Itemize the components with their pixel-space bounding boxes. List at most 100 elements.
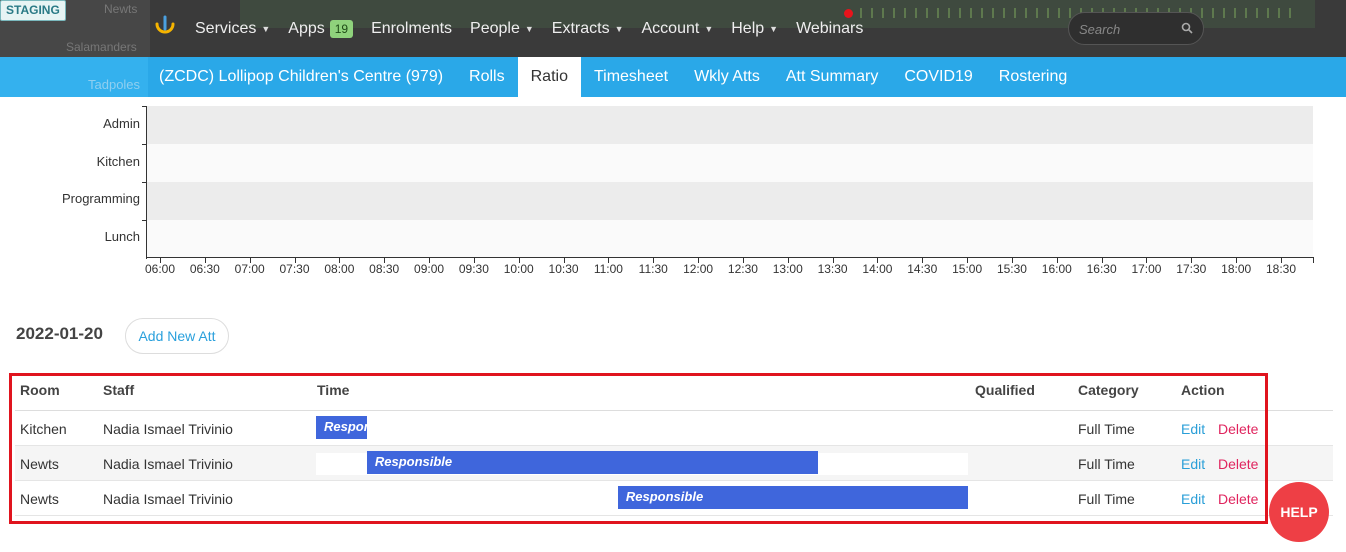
time-bar: Responsible xyxy=(617,486,968,509)
help-button[interactable]: HELP xyxy=(1269,482,1329,542)
column-header-action: Action xyxy=(1181,382,1225,398)
chart-row-label: Admin xyxy=(103,116,140,131)
nav-help[interactable]: Help ▼ xyxy=(731,20,778,38)
main-nav: Services ▼ Apps 19 Enrolments People ▼ E… xyxy=(195,0,881,57)
x-axis-tick-label: 10:00 xyxy=(503,262,534,276)
table-row: Kitchen Nadia Ismael Trivinio Responsibl… xyxy=(15,411,1333,446)
chart-row-label: Programming xyxy=(61,191,140,206)
edit-link[interactable]: Edit xyxy=(1181,421,1205,437)
nav-people[interactable]: People ▼ xyxy=(470,20,534,38)
date-heading: 2022-01-20 xyxy=(16,324,103,343)
category-cell: Full Time xyxy=(1078,456,1135,472)
nav-extracts[interactable]: Extracts ▼ xyxy=(552,20,624,38)
x-axis-tick-label: 08:00 xyxy=(324,262,355,276)
ratio-timeline-chart: Admin Kitchen Programming Lunch 06:00 06:… xyxy=(0,97,1346,287)
nav-services-label: Services xyxy=(195,19,257,37)
x-axis-tick-label: 18:30 xyxy=(1265,262,1297,276)
nav-people-label: People xyxy=(470,19,520,37)
table-header: Room Staff Time Qualified Category Actio… xyxy=(15,373,1333,411)
column-header-staff: Staff xyxy=(103,382,135,398)
nav-apps-label: Apps xyxy=(288,19,325,37)
search-box xyxy=(1068,12,1204,45)
x-axis-tick-label: 12:00 xyxy=(683,262,714,276)
category-cell: Full Time xyxy=(1078,491,1135,507)
room-cell: Kitchen xyxy=(20,421,67,437)
chart-row-band xyxy=(147,182,1313,220)
room-cell: Newts xyxy=(20,456,59,472)
time-bar: Responsible xyxy=(316,416,367,439)
nav-apps[interactable]: Apps 19 xyxy=(288,19,354,38)
caret-down-icon: ▼ xyxy=(769,23,779,34)
time-bar: Responsible xyxy=(366,451,819,474)
table-row: Newts Nadia Ismael Trivinio Responsible … xyxy=(15,481,1333,516)
caret-down-icon: ▼ xyxy=(614,23,624,34)
column-header-category: Category xyxy=(1078,382,1139,398)
tab-timesheet[interactable]: Timesheet xyxy=(581,57,681,97)
caret-down-icon: ▼ xyxy=(261,23,271,34)
chart-row-label: Kitchen xyxy=(96,154,140,169)
x-axis-tick-label: 08:30 xyxy=(369,262,400,276)
tab-wkly-atts[interactable]: Wkly Atts xyxy=(681,57,773,97)
x-axis-tick-label: 15:30 xyxy=(996,262,1027,276)
column-header-time: Time xyxy=(317,382,350,398)
apps-count-badge: 19 xyxy=(329,19,354,38)
staff-cell: Nadia Ismael Trivinio xyxy=(103,456,233,472)
nav-webinars-label: Webinars xyxy=(796,19,864,37)
x-axis-tick-label: 13:30 xyxy=(817,262,848,276)
y-axis-line xyxy=(146,106,147,259)
chart-row-band xyxy=(147,144,1313,182)
x-axis-tick-label: 11:00 xyxy=(593,262,623,276)
nav-help-label: Help xyxy=(731,19,765,37)
nav-extracts-label: Extracts xyxy=(551,19,610,37)
chart-row-label: Lunch xyxy=(104,229,140,244)
x-axis-tick-label: 07:30 xyxy=(279,262,310,276)
caret-down-icon: ▼ xyxy=(704,23,714,34)
search-input[interactable] xyxy=(1079,19,1174,39)
ghost-label-tadpoles: Tadpoles xyxy=(88,77,141,92)
delete-link[interactable]: Delete xyxy=(1218,456,1258,472)
x-axis-tick-label: 16:00 xyxy=(1041,262,1072,276)
search-icon[interactable] xyxy=(1181,22,1193,34)
delete-link[interactable]: Delete xyxy=(1218,421,1258,437)
x-axis-tick-label: 14:00 xyxy=(862,262,893,276)
x-axis-tick-label: 17:30 xyxy=(1176,262,1207,276)
tab-covid19[interactable]: COVID19 xyxy=(891,57,985,97)
edit-link[interactable]: Edit xyxy=(1181,456,1205,472)
x-axis-tick-label: 07:00 xyxy=(234,262,265,276)
nav-services[interactable]: Services ▼ xyxy=(195,20,270,38)
nav-enrolments[interactable]: Enrolments xyxy=(371,20,452,38)
x-axis-tick-label: 11:30 xyxy=(638,262,668,276)
tab-rostering[interactable]: Rostering xyxy=(986,57,1080,97)
table-row: Newts Nadia Ismael Trivinio Responsible … xyxy=(15,446,1333,481)
tab-ratio[interactable]: Ratio xyxy=(517,57,581,97)
x-axis-tick-label: 09:00 xyxy=(414,262,445,276)
app-logo-icon[interactable] xyxy=(153,14,177,40)
nav-account-label: Account xyxy=(641,19,700,37)
centre-name-link[interactable]: (ZCDC) Lollipop Children's Centre (979) xyxy=(146,57,456,97)
x-axis-tick-label: 06:00 xyxy=(144,262,176,276)
delete-link[interactable]: Delete xyxy=(1218,491,1258,507)
environment-badge: STAGING xyxy=(0,0,66,21)
x-axis-tick-label: 16:30 xyxy=(1086,262,1117,276)
x-axis-line xyxy=(146,257,1314,258)
room-cell: Newts xyxy=(20,491,59,507)
x-axis-tick-label: 10:30 xyxy=(548,262,579,276)
chart-row-band xyxy=(147,106,1313,144)
category-cell: Full Time xyxy=(1078,421,1135,437)
nav-webinars[interactable]: Webinars xyxy=(796,20,863,38)
chart-row-band xyxy=(147,220,1313,258)
ghost-label-newts: Newts xyxy=(104,2,138,16)
caret-down-icon: ▼ xyxy=(524,23,534,34)
x-axis-tick-label: 12:30 xyxy=(727,262,758,276)
x-axis-tick-label: 14:30 xyxy=(907,262,938,276)
nav-enrolments-label: Enrolments xyxy=(371,19,453,37)
tab-att-summary[interactable]: Att Summary xyxy=(773,57,891,97)
tab-rolls[interactable]: Rolls xyxy=(456,57,518,97)
nav-account[interactable]: Account ▼ xyxy=(642,20,714,38)
top-navbar: Newts Salamanders Services ▼ Apps 19 Enr… xyxy=(0,0,1346,57)
add-new-att-button[interactable]: Add New Att xyxy=(125,318,229,354)
column-header-qualified: Qualified xyxy=(975,382,1035,398)
x-axis-tick-label: 17:00 xyxy=(1131,262,1162,276)
ghost-label-salamanders: Salamanders xyxy=(66,40,137,54)
edit-link[interactable]: Edit xyxy=(1181,491,1205,507)
